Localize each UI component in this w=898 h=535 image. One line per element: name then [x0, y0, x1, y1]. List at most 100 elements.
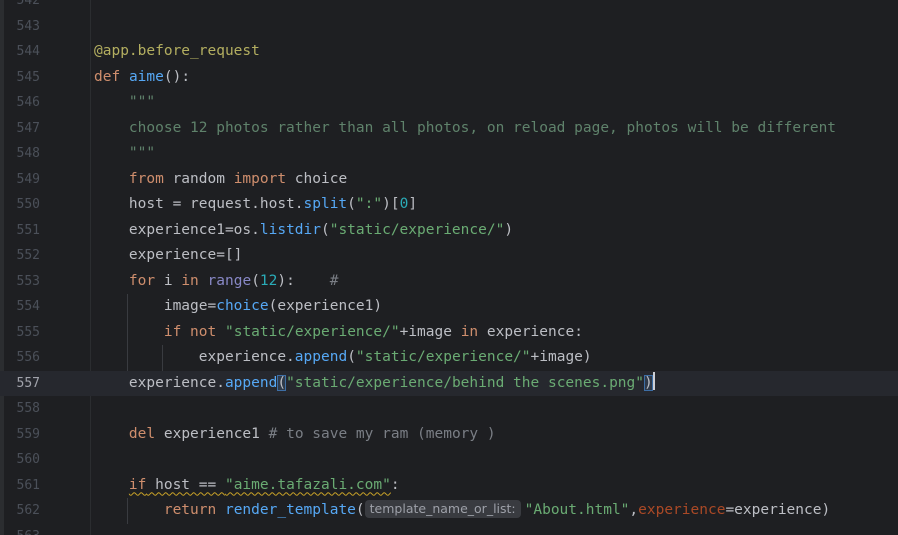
- line-number[interactable]: 547: [0, 116, 40, 142]
- line-number[interactable]: 545: [0, 65, 40, 91]
- line-number[interactable]: 550: [0, 192, 40, 218]
- code-line[interactable]: 551 experience1=os.listdir("static/exper…: [0, 218, 898, 244]
- code-line[interactable]: 550 host = request.host.split(":")[0]: [0, 192, 898, 218]
- code-token: experience: [638, 502, 726, 518]
- code-text[interactable]: if host == "aime.tafazali.com":: [94, 473, 400, 499]
- code-text[interactable]: experience1=os.listdir("static/experienc…: [94, 218, 513, 244]
- code-token: del: [128, 425, 156, 442]
- code-line[interactable]: 555 if not "static/experience/"+image in…: [0, 319, 898, 346]
- code-text[interactable]: """: [94, 90, 155, 116]
- code-line[interactable]: 554 image=choice(experience1): [0, 294, 898, 320]
- code-line[interactable]: 546 """: [0, 90, 898, 116]
- code-line[interactable]: 556 experience.append("static/experience…: [0, 345, 898, 371]
- line-number[interactable]: 555: [0, 320, 40, 346]
- code-lines[interactable]: 542 543 544 @app.before_request 545 def aime(…: [0, 0, 898, 535]
- line-number[interactable]: 559: [0, 422, 40, 448]
- code-line[interactable]: 542: [0, 0, 898, 14]
- line-number[interactable]: 544: [0, 39, 40, 65]
- code-line[interactable]: 547 choose 12 photos rather than all pho…: [0, 116, 898, 142]
- code-token: ]: [408, 196, 418, 212]
- code-token: choice: [286, 170, 348, 187]
- code-text[interactable]: host = request.host.split(":")[0]: [94, 192, 417, 218]
- code-line[interactable]: 544 @app.before_request: [0, 39, 898, 65]
- code-line[interactable]: 553 for i in range(12): #: [0, 269, 898, 295]
- code-token: listdir: [259, 221, 321, 238]
- code-token: host = request.host.: [94, 196, 304, 212]
- code-text[interactable]: if not "static/experience/"+image in exp…: [94, 320, 583, 346]
- code-line[interactable]: 562 return render_template(template_name…: [0, 498, 898, 524]
- code-token: append: [294, 349, 348, 365]
- code-line[interactable]: 552 experience=[]: [0, 243, 898, 269]
- code-token: 12: [259, 272, 278, 289]
- code-text[interactable]: for i in range(12): #: [94, 269, 339, 295]
- code-text[interactable]: del experience1 # to save my ram (memory…: [94, 422, 496, 448]
- code-token: +image): [530, 349, 592, 365]
- code-line[interactable]: 545 def aime():: [0, 65, 898, 91]
- code-text[interactable]: experience=[]: [94, 243, 243, 269]
- code-token: (: [320, 221, 330, 238]
- code-token: aime: [128, 68, 164, 85]
- code-token: host ==: [146, 476, 225, 493]
- code-token: def: [94, 68, 121, 85]
- code-token: )[: [382, 196, 400, 212]
- code-token: """: [94, 94, 156, 110]
- line-number[interactable]: 549: [0, 167, 40, 193]
- code-text[interactable]: def aime():: [94, 65, 190, 91]
- line-number[interactable]: 551: [0, 218, 40, 244]
- line-number[interactable]: 557: [0, 371, 40, 397]
- code-line[interactable]: 561 if host == "aime.tafazali.com":: [0, 473, 898, 499]
- code-token: # to save my ram (memory ): [268, 425, 496, 442]
- line-number[interactable]: 558: [0, 396, 40, 422]
- code-token: (experience1): [268, 298, 383, 314]
- code-line[interactable]: 559 del experience1 # to save my ram (me…: [0, 422, 898, 448]
- text-cursor: [652, 371, 655, 390]
- code-token: choose 12 photos rather than all photos,…: [94, 119, 837, 136]
- code-token: experience:: [478, 323, 583, 340]
- line-number[interactable]: 543: [0, 14, 40, 40]
- code-token: experience.: [94, 374, 225, 391]
- line-number[interactable]: 563: [0, 524, 40, 535]
- code-text[interactable]: from random import choice: [94, 167, 347, 193]
- code-text[interactable]: choose 12 photos rather than all photos,…: [94, 116, 836, 142]
- code-line[interactable]: 543: [0, 14, 898, 40]
- line-number[interactable]: 562: [0, 498, 40, 524]
- code-token: +image: [399, 323, 461, 340]
- code-token: "static/experience/": [329, 221, 505, 238]
- code-text[interactable]: """: [94, 141, 155, 167]
- code-token: #: [329, 272, 339, 289]
- code-token: (: [355, 502, 365, 518]
- code-line[interactable]: 560: [0, 447, 898, 473]
- code-text[interactable]: @app.before_request: [94, 39, 260, 65]
- line-number[interactable]: 548: [0, 141, 40, 167]
- code-token: append: [224, 374, 278, 391]
- line-number[interactable]: 542: [0, 0, 40, 14]
- code-editor[interactable]: 542 543 544 @app.before_request 545 def aime(…: [0, 0, 898, 535]
- code-text[interactable]: experience.append("static/experience/beh…: [94, 371, 655, 397]
- code-token: ):: [277, 272, 330, 289]
- code-line[interactable]: 557 experience.append("static/experience…: [0, 370, 898, 397]
- code-text[interactable]: experience.append("static/experience/"+i…: [94, 345, 592, 371]
- line-number[interactable]: 546: [0, 90, 40, 116]
- code-token: (: [251, 272, 260, 289]
- line-number[interactable]: 556: [0, 345, 40, 371]
- code-line[interactable]: 549 from random import choice: [0, 167, 898, 193]
- code-text[interactable]: image=choice(experience1): [94, 294, 382, 320]
- code-line[interactable]: 563: [0, 524, 898, 535]
- line-number[interactable]: 554: [0, 294, 40, 320]
- code-token: =experience): [725, 502, 831, 518]
- line-number[interactable]: 553: [0, 269, 40, 295]
- code-line[interactable]: 558: [0, 396, 898, 422]
- line-number[interactable]: 560: [0, 447, 40, 473]
- code-token: experience=[]: [94, 247, 243, 263]
- code-text[interactable]: return render_template(template_name_or_…: [94, 498, 830, 524]
- code-token: @app.before_request: [94, 43, 260, 59]
- code-line[interactable]: 548 """: [0, 141, 898, 167]
- line-number[interactable]: 552: [0, 243, 40, 269]
- line-number[interactable]: 561: [0, 473, 40, 499]
